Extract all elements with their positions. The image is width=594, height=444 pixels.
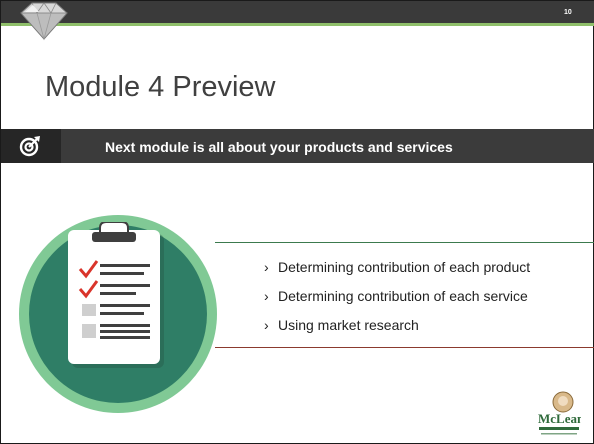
bullet-list: › Determining contribution of each produc… — [264, 259, 530, 346]
diamond-icon — [20, 2, 68, 41]
bullet-text: Using market research — [278, 317, 419, 333]
target-icon — [19, 136, 40, 157]
top-bar — [1, 1, 594, 23]
mclean-logo-icon: McLean — [538, 391, 581, 435]
list-item: › Determining contribution of each produc… — [264, 259, 530, 288]
banner: Next module is all about your products a… — [1, 129, 594, 163]
logo-text: McLean — [538, 411, 581, 426]
banner-text: Next module is all about your products a… — [105, 139, 453, 155]
divider-top — [215, 242, 594, 243]
bullet-text: Determining contribution of each product — [278, 259, 531, 275]
bullet-marker: › — [264, 288, 269, 304]
clipboard-checklist-icon — [68, 222, 164, 368]
divider-bottom — [215, 347, 594, 348]
bullet-text: Determining contribution of each service — [278, 288, 528, 304]
slide-frame: 10 Module 4 Preview Next module is all a… — [0, 0, 594, 444]
banner-icon-box — [1, 129, 61, 163]
bullet-marker: › — [264, 259, 269, 275]
accent-line — [1, 23, 594, 26]
slide-title: Module 4 Preview — [45, 71, 276, 103]
list-item: › Using market research — [264, 317, 530, 346]
list-item: › Determining contribution of each servic… — [264, 288, 530, 317]
bullet-marker: › — [264, 317, 269, 333]
slide-number: 10 — [564, 9, 572, 16]
